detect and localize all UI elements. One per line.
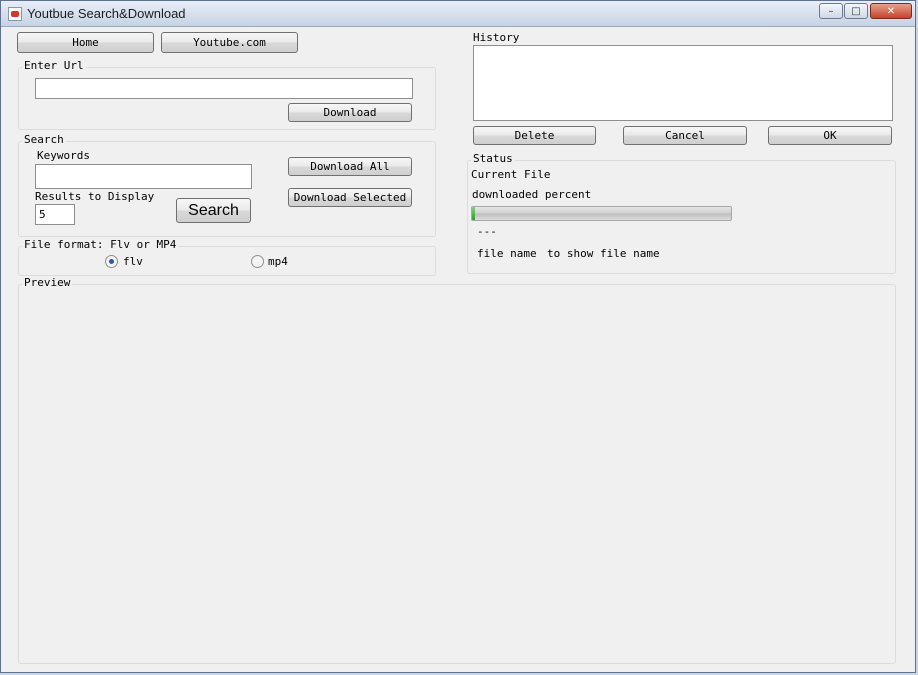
- progress-text: ---: [477, 225, 497, 238]
- download-selected-button[interactable]: Download Selected: [288, 188, 412, 207]
- file-format-label: File format: Flv or MP4: [22, 238, 179, 251]
- history-list[interactable]: [473, 45, 893, 121]
- title-bar[interactable]: Youtbue Search&Download – □ ✕: [1, 1, 915, 27]
- download-all-button[interactable]: Download All: [288, 157, 412, 176]
- search-group-label: Search: [22, 133, 66, 146]
- minimize-button[interactable]: –: [819, 3, 843, 19]
- mp4-radio[interactable]: [251, 255, 264, 268]
- url-input[interactable]: [35, 78, 413, 99]
- keywords-label: Keywords: [37, 149, 90, 162]
- enter-url-label: Enter Url: [22, 59, 86, 72]
- current-file-label: Current File: [471, 168, 551, 181]
- keywords-input[interactable]: [35, 164, 252, 189]
- file-name-value: to show file name: [547, 247, 660, 260]
- progress-fill: [472, 207, 475, 220]
- file-name-label: file name: [477, 247, 537, 260]
- mp4-radio-label: mp4: [268, 255, 288, 268]
- youtube-button[interactable]: Youtube.com: [161, 32, 298, 53]
- app-icon: [8, 7, 22, 21]
- results-label: Results to Display: [35, 190, 155, 203]
- ok-button[interactable]: OK: [768, 126, 892, 145]
- cancel-button[interactable]: Cancel: [623, 126, 747, 145]
- downloaded-percent-label: downloaded percent: [472, 188, 592, 201]
- status-label: Status: [471, 152, 515, 165]
- flv-radio-label: flv: [123, 255, 143, 268]
- delete-button[interactable]: Delete: [473, 126, 596, 145]
- home-button[interactable]: Home: [17, 32, 154, 53]
- window-title: Youtbue Search&Download: [27, 6, 186, 21]
- close-icon: ✕: [886, 6, 896, 17]
- minimize-icon: –: [828, 6, 834, 17]
- download-progress-bar: [471, 206, 732, 221]
- history-label: History: [471, 31, 522, 44]
- download-button[interactable]: Download: [288, 103, 412, 122]
- close-button[interactable]: ✕: [870, 3, 912, 19]
- maximize-button[interactable]: □: [844, 3, 868, 19]
- results-input[interactable]: [35, 204, 75, 225]
- maximize-icon: □: [851, 6, 861, 17]
- flv-radio[interactable]: [105, 255, 118, 268]
- preview-group: [18, 284, 896, 664]
- preview-label: Preview: [22, 276, 73, 289]
- search-button[interactable]: Search: [176, 198, 251, 223]
- app-window: Youtbue Search&Download – □ ✕ Home Youtu…: [0, 0, 916, 673]
